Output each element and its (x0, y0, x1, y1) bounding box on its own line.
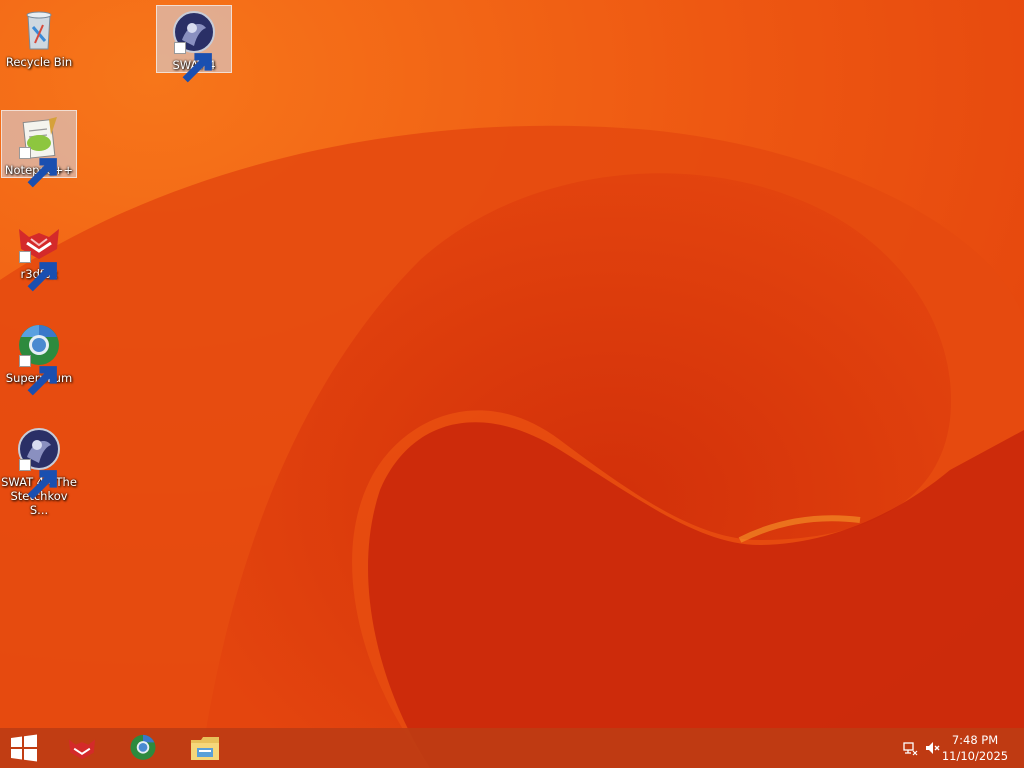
windows-logo-icon (11, 734, 37, 762)
desktop-icon-r3dfox[interactable]: r3dfox (1, 214, 77, 292)
shortcut-arrow-icon (19, 355, 57, 396)
taskbar: 7:48 PM 11/10/2025 (0, 728, 1024, 768)
desktop-icon-notepadpp[interactable]: Notepad++ (1, 110, 77, 188)
taskbar-clock[interactable]: 7:48 PM 11/10/2025 (940, 732, 1010, 764)
desktop-icon-recycle-bin[interactable]: Recycle Bin (1, 2, 77, 70)
r3dfox-icon (15, 219, 63, 292)
system-tray: 7:48 PM 11/10/2025 (884, 728, 1024, 768)
supermium-icon (130, 734, 156, 760)
shortcut-arrow-icon (19, 459, 57, 500)
clock-date: 11/10/2025 (941, 749, 1009, 763)
taskbar-r3dfox[interactable] (54, 728, 110, 768)
desktop-wallpaper (0, 0, 1024, 768)
supermium-icon (15, 323, 63, 396)
start-button[interactable] (0, 728, 48, 768)
shortcut-arrow-icon (19, 251, 57, 292)
desktop-icon-swat4[interactable]: SWAT 4 (156, 5, 232, 83)
swat4-icon (15, 427, 63, 500)
taskbar-file-explorer[interactable] (177, 728, 233, 768)
r3dfox-icon (68, 739, 96, 760)
file-explorer-icon (191, 737, 219, 760)
volume-muted-icon[interactable] (924, 740, 940, 756)
desktop-icon-swat4-stetchkov[interactable]: SWAT 4 - The Stetchkov S... (1, 422, 77, 517)
clock-time: 7:48 PM (951, 733, 999, 747)
recycle-bin-icon (15, 7, 63, 53)
taskbar-supermium[interactable] (115, 728, 171, 768)
network-icon[interactable] (902, 740, 918, 756)
notepadpp-icon (15, 115, 63, 188)
shortcut-arrow-icon (174, 42, 212, 83)
desktop-icon-label: Recycle Bin (5, 55, 73, 69)
shortcut-arrow-icon (19, 147, 57, 188)
desktop-icon-supermium[interactable]: Supermium (1, 318, 77, 396)
swat4-icon (170, 10, 218, 83)
